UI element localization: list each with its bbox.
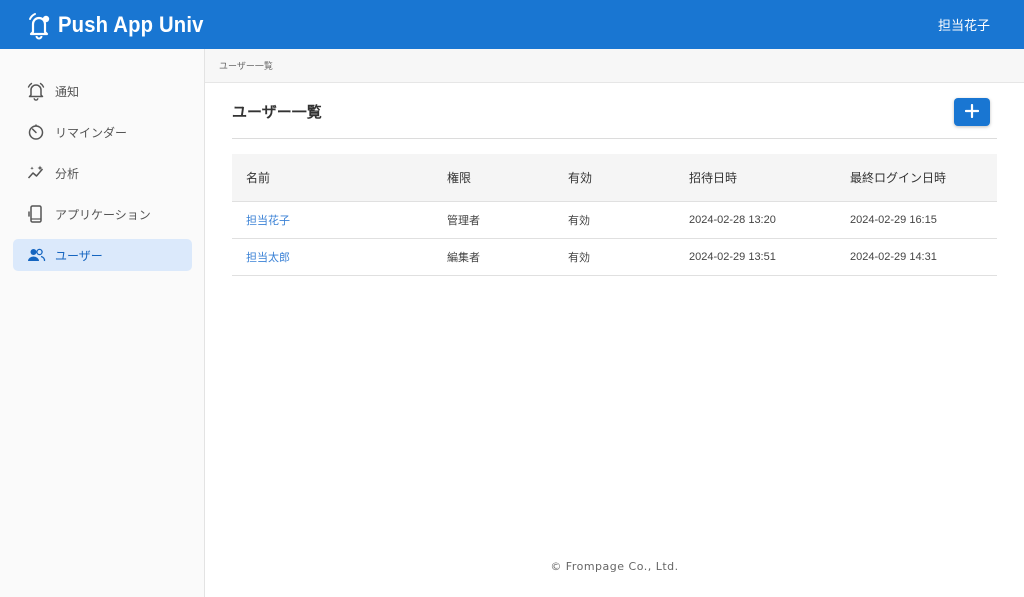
table-header-row: 名前 権限 有効 招待日時 最終ログイン日時 <box>232 154 997 202</box>
breadcrumb-bar: ユーザー一覧 <box>205 49 1024 83</box>
bell-icon <box>26 10 52 40</box>
title-divider <box>232 138 997 139</box>
sidebar-item-notifications[interactable]: 通知 <box>13 75 192 107</box>
main-content: ユーザー一覧 ユーザー一覧 名前 権限 有効 招待日時 最終ログイン日時 担当花… <box>205 49 1024 597</box>
user-role: 管理者 <box>433 201 554 239</box>
user-invited-at: 2024-02-29 13:51 <box>675 238 836 276</box>
user-status: 有効 <box>554 238 675 276</box>
users-table: 名前 権限 有効 招待日時 最終ログイン日時 担当花子 管理者 有効 2024-… <box>232 154 997 276</box>
sidebar-item-users[interactable]: ユーザー <box>13 239 192 271</box>
column-header-invited-at[interactable]: 招待日時 <box>675 154 836 202</box>
user-invited-at: 2024-02-28 13:20 <box>675 201 836 239</box>
column-header-active[interactable]: 有効 <box>554 154 675 202</box>
sidebar-item-applications[interactable]: アプリケーション <box>13 198 192 230</box>
plus-icon <box>964 103 980 121</box>
user-name-link[interactable]: 担当花子 <box>232 201 433 239</box>
column-header-role[interactable]: 権限 <box>433 154 554 202</box>
column-header-name[interactable]: 名前 <box>232 154 433 202</box>
table-row[interactable]: 担当花子 管理者 有効 2024-02-28 13:20 2024-02-29 … <box>232 201 997 239</box>
app-header: Push App Univ 担当花子 <box>0 0 1024 49</box>
add-user-button[interactable] <box>954 98 990 126</box>
breadcrumb: ユーザー一覧 <box>219 62 273 72</box>
sidebar-item-label: 分析 <box>55 166 80 181</box>
analytics-icon <box>26 163 46 183</box>
user-status: 有効 <box>554 201 675 239</box>
sidebar-item-label: ユーザー <box>55 248 103 263</box>
page-title: ユーザー一覧 <box>232 103 322 121</box>
app-name: Push App Univ <box>58 11 204 37</box>
current-user[interactable]: 担当花子 <box>938 15 990 34</box>
sidebar-item-analytics[interactable]: 分析 <box>13 157 192 189</box>
sidebar-item-label: リマインダー <box>55 125 128 140</box>
brand[interactable]: Push App Univ <box>26 10 216 40</box>
sidebar-item-label: アプリケーション <box>55 207 151 222</box>
sidebar-item-label: 通知 <box>55 84 80 99</box>
users-icon <box>26 245 46 265</box>
user-name-link[interactable]: 担当太郎 <box>232 238 433 276</box>
timer-icon <box>26 122 46 142</box>
sidebar: 通知 リマインダー 分析 アプリケーション ユーザー <box>0 49 205 597</box>
user-last-login: 2024-02-29 16:15 <box>836 201 997 239</box>
footer-copyright: © Frompage Co., Ltd. <box>550 560 679 573</box>
column-header-last-login[interactable]: 最終ログイン日時 <box>836 154 997 202</box>
sidebar-item-reminders[interactable]: リマインダー <box>13 116 192 148</box>
user-role: 編集者 <box>433 238 554 276</box>
table-row[interactable]: 担当太郎 編集者 有効 2024-02-29 13:51 2024-02-29 … <box>232 238 997 276</box>
bell-icon <box>26 81 46 101</box>
user-last-login: 2024-02-29 14:31 <box>836 238 997 276</box>
phone-app-icon <box>26 204 46 224</box>
